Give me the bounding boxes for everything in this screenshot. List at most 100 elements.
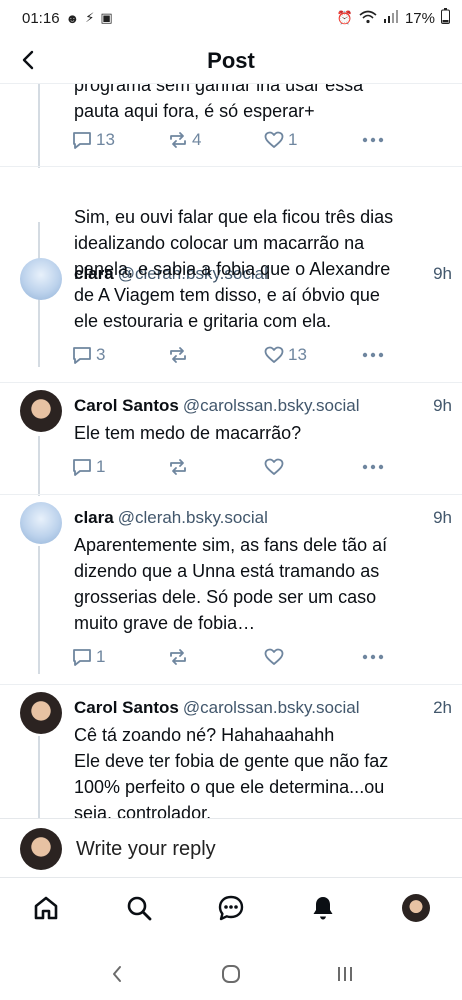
author-name[interactable]: clara xyxy=(74,508,114,527)
reply-composer[interactable]: Write your reply xyxy=(0,818,462,878)
reply-icon xyxy=(73,347,91,364)
reply-icon xyxy=(73,649,91,666)
like-button[interactable] xyxy=(264,648,284,666)
nav-notifications[interactable] xyxy=(301,886,345,930)
like-button[interactable]: 13 xyxy=(264,345,307,365)
heart-icon xyxy=(264,458,284,475)
heart-icon xyxy=(264,648,284,665)
search-icon xyxy=(127,896,151,921)
post-line: panela, e sabia a fobia que o Alexandre xyxy=(74,259,391,279)
battery-icon xyxy=(441,8,450,28)
divider xyxy=(0,166,462,167)
more-icon xyxy=(362,654,384,660)
post-actions: 13 4 1 xyxy=(72,128,392,152)
repost-button[interactable] xyxy=(168,346,188,364)
nav-chat[interactable] xyxy=(209,886,253,930)
signal-icon xyxy=(383,9,399,27)
thread-feed[interactable]: programa sem ganhar iria usar essa pauta… xyxy=(0,84,462,818)
like-count: 1 xyxy=(288,130,298,149)
page-title: Post xyxy=(207,47,255,73)
alarm-icon: ⏰ xyxy=(336,10,353,25)
post-header: Post xyxy=(0,38,462,84)
repost-icon xyxy=(170,459,186,475)
post-line: Ele tem medo de macarrão? xyxy=(74,423,302,443)
more-icon xyxy=(362,352,384,358)
bottom-nav xyxy=(0,880,462,936)
post-line: Ele deve ter fobia de gente que não faz xyxy=(74,751,389,771)
repost-count: 4 xyxy=(192,130,202,149)
post-time: 9h xyxy=(433,508,452,527)
system-home-button[interactable] xyxy=(211,954,251,994)
thread-line xyxy=(38,84,40,168)
nav-home[interactable] xyxy=(24,886,68,930)
profile-avatar xyxy=(401,894,430,922)
author-handle[interactable]: @clerah.bsky.social xyxy=(118,508,268,527)
repost-icon xyxy=(170,347,186,363)
post-line: Aparentemente sim, as fans dele tão aí xyxy=(74,535,388,555)
avatar[interactable] xyxy=(20,502,62,544)
post-actions: 3 13 xyxy=(72,343,392,367)
system-back-button[interactable] xyxy=(97,954,137,994)
reply-input[interactable]: Write your reply xyxy=(76,838,216,861)
more-button[interactable] xyxy=(362,654,384,660)
reply-button[interactable]: 3 xyxy=(72,345,105,365)
reply-button[interactable]: 13 xyxy=(72,130,115,150)
post-actions: 1 xyxy=(72,455,392,479)
reply-count: 1 xyxy=(96,647,106,666)
author-handle[interactable]: @carolssan.bsky.social xyxy=(183,396,360,415)
thread-line xyxy=(38,436,40,496)
more-button[interactable] xyxy=(362,352,384,358)
divider xyxy=(0,494,462,495)
chevron-left-icon xyxy=(22,50,34,70)
reply-count: 3 xyxy=(96,345,106,364)
repost-button[interactable]: 4 xyxy=(168,130,201,150)
reply-button[interactable]: 1 xyxy=(72,457,105,477)
bolt-icon: ⚡ xyxy=(85,10,95,25)
post-time: 9h xyxy=(433,396,452,415)
home-circle-icon xyxy=(222,965,240,983)
avatar[interactable] xyxy=(20,692,62,734)
recents-icon xyxy=(338,967,352,981)
post-body: programa sem ganhar iria usar essa pauta… xyxy=(74,84,450,124)
my-avatar xyxy=(20,828,62,870)
more-icon xyxy=(362,464,384,470)
thread-line xyxy=(38,736,40,818)
post-line: dizendo que a Unna está tramando as xyxy=(74,561,380,581)
post-line: Sim, eu ouvi falar que ela ficou três di… xyxy=(74,207,394,227)
status-bar: 01:16 ☻ ⚡ ▣ ⏰ 17% xyxy=(0,0,462,36)
author-name[interactable]: Carol Santos xyxy=(74,698,179,717)
author-name[interactable]: Carol Santos xyxy=(74,396,179,415)
avatar[interactable] xyxy=(20,390,62,432)
post-line: programa sem ganhar iria usar essa xyxy=(74,84,364,95)
battery-percent: 17% xyxy=(404,9,435,27)
divider xyxy=(0,684,462,685)
post-line: Cê tá zoando né? Hahahaahahh xyxy=(74,725,335,745)
more-button[interactable] xyxy=(362,464,384,470)
post-actions: 1 xyxy=(72,645,392,669)
avatar[interactable] xyxy=(20,258,62,300)
heart-icon xyxy=(264,131,284,148)
like-count: 13 xyxy=(288,345,307,364)
reply-button[interactable]: 1 xyxy=(72,647,105,667)
repost-button[interactable] xyxy=(168,458,188,476)
repost-icon xyxy=(170,132,186,148)
like-button[interactable] xyxy=(264,458,284,476)
status-time: 01:16 xyxy=(22,9,60,27)
back-button[interactable] xyxy=(14,46,42,74)
repost-button[interactable] xyxy=(168,648,188,666)
post-meta: clara @clerah.bsky.social 9h xyxy=(74,508,452,528)
like-button[interactable]: 1 xyxy=(264,130,297,150)
system-nav xyxy=(0,948,462,1000)
heart-icon xyxy=(264,346,284,363)
post-line: seja, controlador. xyxy=(74,803,212,818)
post-body: Sim, eu ouvi falar que ela ficou três di… xyxy=(74,204,450,334)
more-icon xyxy=(362,137,384,143)
post-body: Ele tem medo de macarrão? xyxy=(74,420,450,446)
post-meta: Carol Santos @carolssan.bsky.social 2h xyxy=(74,698,452,718)
post-line: 100% perfeito o que ele determina...ou xyxy=(74,777,385,797)
more-button[interactable] xyxy=(362,137,384,143)
author-handle[interactable]: @carolssan.bsky.social xyxy=(183,698,360,717)
nav-profile[interactable] xyxy=(394,886,438,930)
system-recents-button[interactable] xyxy=(325,954,365,994)
nav-search[interactable] xyxy=(117,886,161,930)
